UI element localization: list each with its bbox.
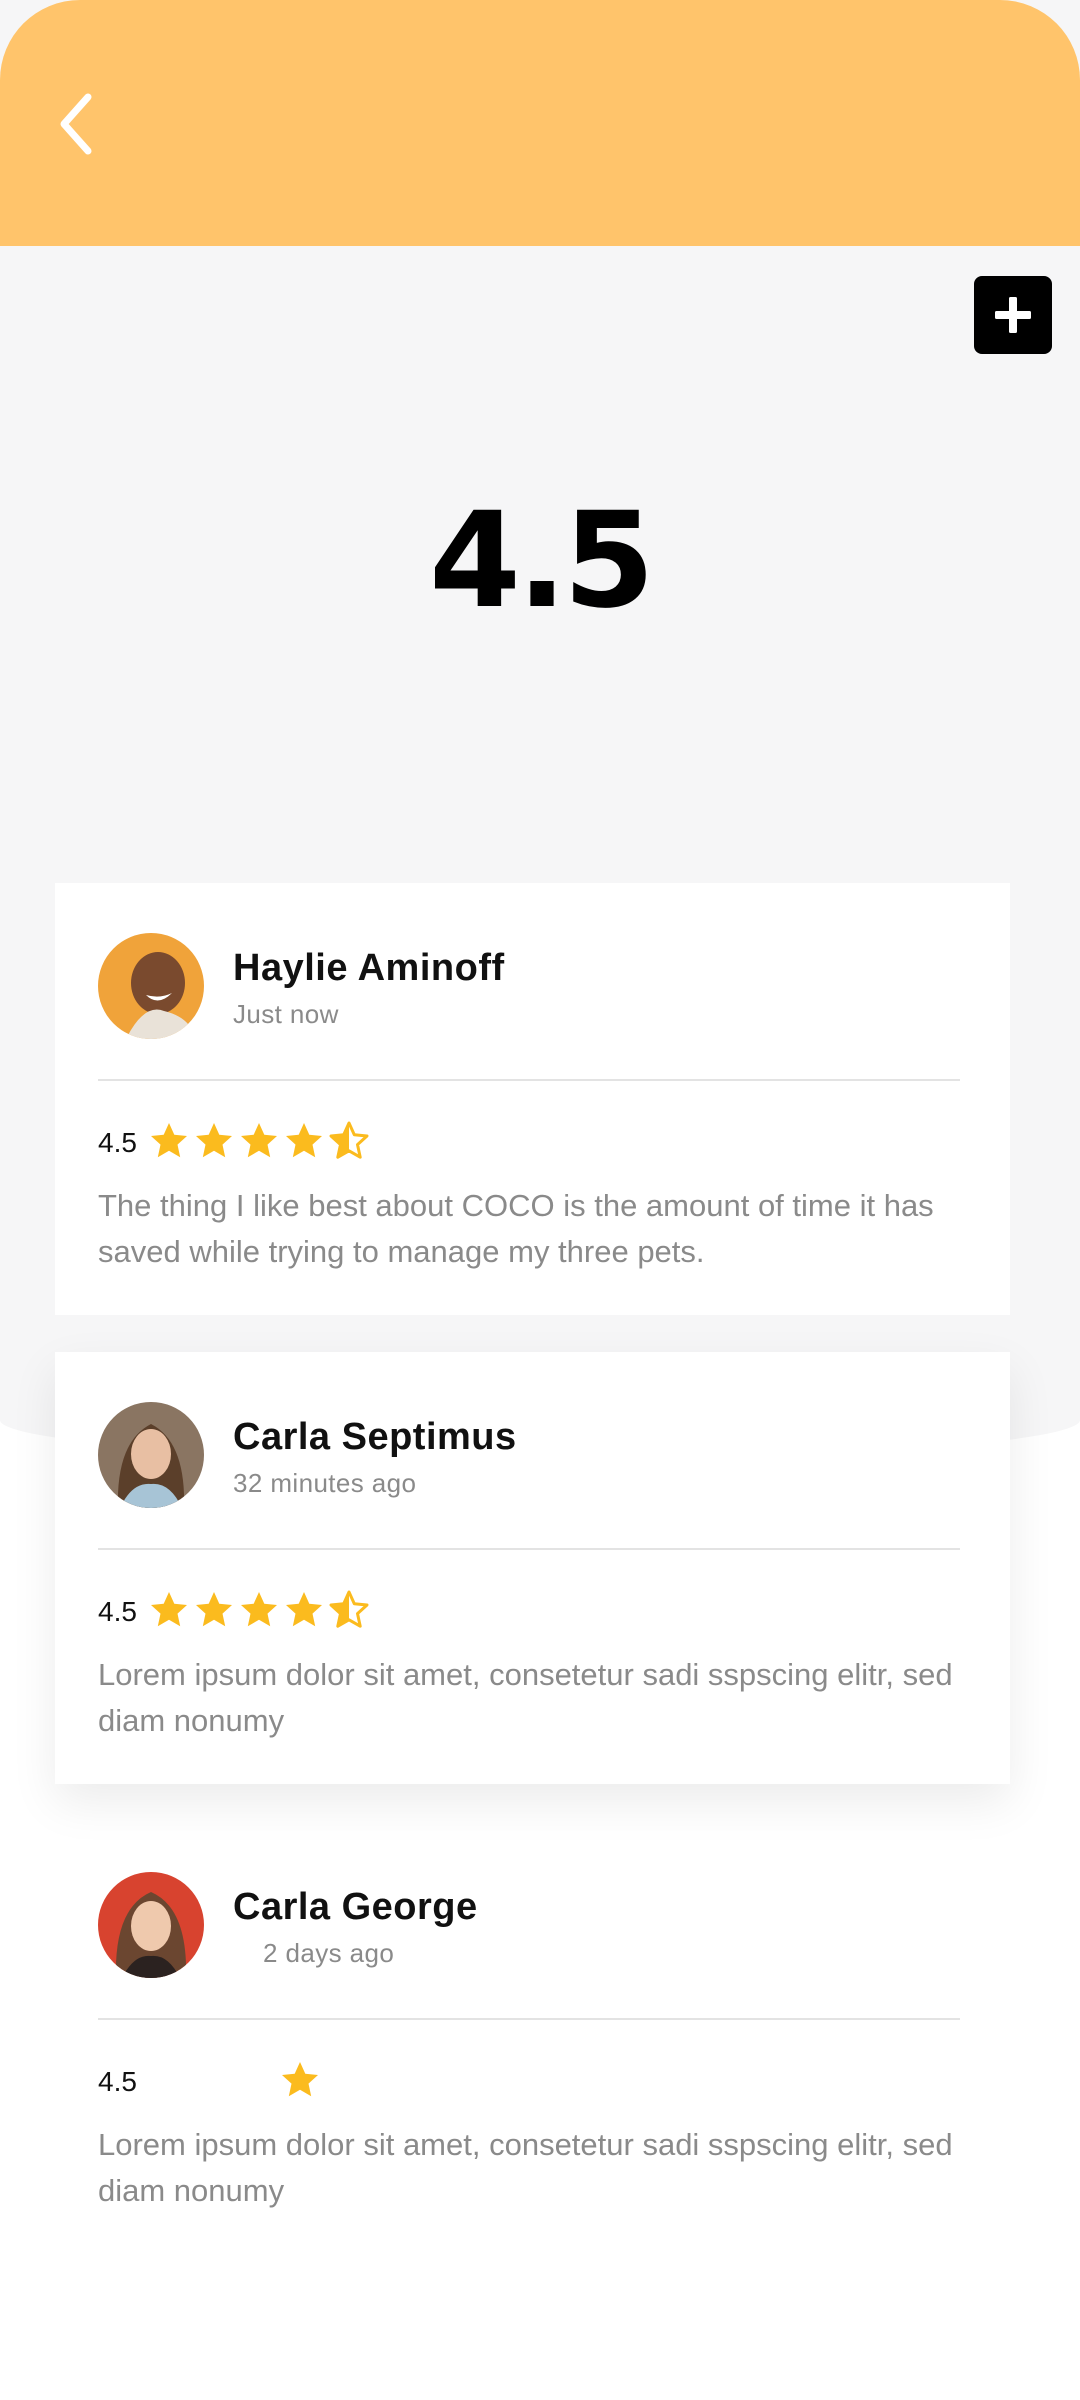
back-button[interactable] xyxy=(46,84,106,164)
star-icon xyxy=(282,2062,318,2097)
review-card: Haylie Aminoff Just now 4.5 The thing I … xyxy=(55,883,1010,1315)
star-half-icon xyxy=(329,1590,369,1628)
avatar xyxy=(98,1872,204,1978)
star-rating xyxy=(149,1121,369,1161)
star-icon xyxy=(241,1123,277,1158)
plus-icon xyxy=(995,297,1031,333)
review-time: 2 days ago xyxy=(263,1938,395,1968)
star-icon xyxy=(151,1123,187,1158)
add-review-button[interactable] xyxy=(974,276,1052,354)
reviewer-name: Carla George xyxy=(233,1886,478,1928)
review-score: 4.5 xyxy=(98,2066,137,2097)
star-icon xyxy=(196,1592,232,1627)
star-icon xyxy=(286,1592,322,1627)
star-icon xyxy=(241,1592,277,1627)
divider xyxy=(98,1548,960,1550)
overall-rating: 4.5 xyxy=(429,484,655,638)
star-icon xyxy=(196,1123,232,1158)
review-time: Just now xyxy=(233,999,339,1029)
review-score: 4.5 xyxy=(98,1596,137,1627)
divider xyxy=(98,2018,960,2020)
star-icon xyxy=(286,1123,322,1158)
avatar xyxy=(98,1402,204,1508)
review-text: The thing I like best about COCO is the … xyxy=(98,1188,934,1269)
star-rating xyxy=(280,2060,320,2100)
divider xyxy=(98,1079,960,1081)
avatar xyxy=(98,933,204,1039)
star-half-icon xyxy=(329,1121,369,1159)
review-card: Carla George 2 days ago 4.5 Lorem ipsum … xyxy=(55,1822,1010,2254)
chevron-left-icon xyxy=(60,93,92,155)
review-score: 4.5 xyxy=(98,1127,137,1158)
star-rating xyxy=(149,1590,369,1630)
star-icon xyxy=(151,1592,187,1627)
reviews-screen: 4.5 Haylie Aminoff Just now 4.5 The thin… xyxy=(0,0,1080,2400)
review-text: Lorem ipsum dolor sit amet, consetetur s… xyxy=(98,1657,953,1738)
review-time: 32 minutes ago xyxy=(233,1468,417,1498)
review-card: Carla Septimus 32 minutes ago 4.5 Lorem … xyxy=(55,1352,1010,1784)
app-header xyxy=(0,0,1080,246)
review-text: Lorem ipsum dolor sit amet, consetetur s… xyxy=(98,2127,953,2208)
reviewer-name: Carla Septimus xyxy=(233,1416,517,1458)
reviewer-name: Haylie Aminoff xyxy=(233,947,505,989)
